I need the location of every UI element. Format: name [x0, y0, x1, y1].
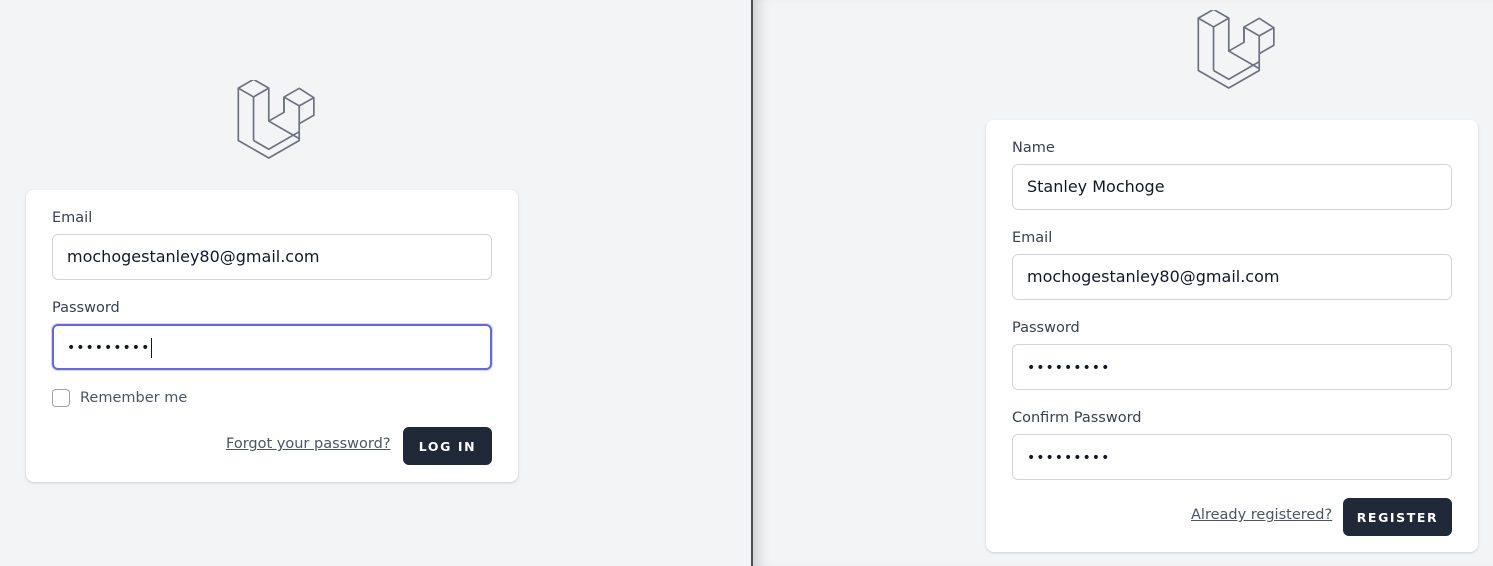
email-value: mochogestanley80@gmail.com [1027, 267, 1280, 286]
email-field[interactable]: mochogestanley80@gmail.com [1012, 254, 1452, 300]
laravel-logo-icon [1196, 10, 1276, 90]
password-field[interactable]: ••••••••• [52, 324, 492, 370]
confirm-password-value: ••••••••• [1027, 450, 1111, 466]
remember-label: Remember me [80, 390, 188, 406]
text-caret [151, 337, 153, 358]
email-field[interactable]: mochogestanley80@gmail.com [52, 234, 492, 280]
log-in-button[interactable]: LOG IN [403, 427, 492, 465]
password-label: Password [1012, 320, 1080, 336]
email-value: mochogestanley80@gmail.com [67, 247, 320, 266]
forgot-password-link[interactable]: Forgot your password? [226, 436, 391, 452]
laravel-logo-icon [236, 80, 316, 160]
password-value: ••••••••• [67, 340, 151, 356]
name-field[interactable]: Stanley Mochoge [1012, 164, 1452, 210]
login-card: Email mochogestanley80@gmail.com Passwor… [26, 190, 518, 482]
name-value: Stanley Mochoge [1027, 177, 1165, 196]
password-field[interactable]: ••••••••• [1012, 344, 1452, 390]
register-button[interactable]: REGISTER [1343, 498, 1452, 536]
remember-checkbox[interactable] [52, 389, 70, 407]
confirm-password-field[interactable]: ••••••••• [1012, 434, 1452, 480]
already-registered-link[interactable]: Already registered? [1191, 507, 1332, 523]
email-label: Email [52, 210, 93, 226]
login-pane: Email mochogestanley80@gmail.com Passwor… [0, 0, 752, 566]
register-pane: Name Stanley Mochoge Email mochogestanle… [753, 0, 1493, 566]
password-label: Password [52, 300, 120, 316]
remember-me[interactable]: Remember me [52, 389, 187, 407]
password-value: ••••••••• [1027, 360, 1111, 376]
email-label: Email [1012, 230, 1053, 246]
register-card: Name Stanley Mochoge Email mochogestanle… [986, 120, 1478, 552]
confirm-password-label: Confirm Password [1012, 410, 1142, 426]
name-label: Name [1012, 140, 1055, 156]
